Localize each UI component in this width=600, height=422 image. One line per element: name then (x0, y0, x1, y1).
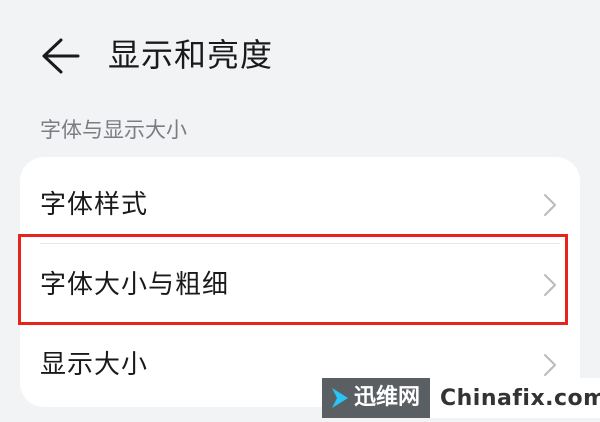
chevron-right-icon (543, 353, 557, 377)
settings-item-font-size-weight[interactable]: 字体大小与粗细 (20, 245, 580, 325)
settings-item-font-style[interactable]: 字体样式 (20, 165, 580, 245)
section-header: 字体与显示大小 (40, 118, 187, 142)
arrow-logo-icon (330, 387, 350, 409)
watermark-name: 迅维网 (354, 385, 421, 410)
settings-page: 显示和亮度 字体与显示大小 字体样式 字体大小与粗细 显示大小 迅维网 Chin… (0, 0, 600, 422)
settings-item-label: 显示大小 (40, 350, 149, 380)
settings-card: 字体样式 字体大小与粗细 显示大小 (20, 157, 580, 407)
watermark-domain: Chinafix.com (440, 385, 600, 411)
settings-item-label: 字体大小与粗细 (40, 270, 230, 300)
chevron-right-icon (543, 273, 557, 297)
watermark-domain-box: Chinafix.com (430, 378, 600, 418)
divider (40, 243, 560, 244)
chevron-right-icon (543, 193, 557, 217)
back-button[interactable] (34, 34, 86, 78)
header-bar: 显示和亮度 (0, 22, 600, 86)
watermark-brand: 迅维网 (322, 378, 430, 418)
page-title: 显示和亮度 (108, 36, 274, 74)
arrow-left-icon[interactable] (34, 34, 86, 78)
divider (40, 323, 560, 324)
settings-item-label: 字体样式 (40, 190, 149, 220)
watermark-logo: 迅维网 Chinafix.com (322, 378, 600, 418)
